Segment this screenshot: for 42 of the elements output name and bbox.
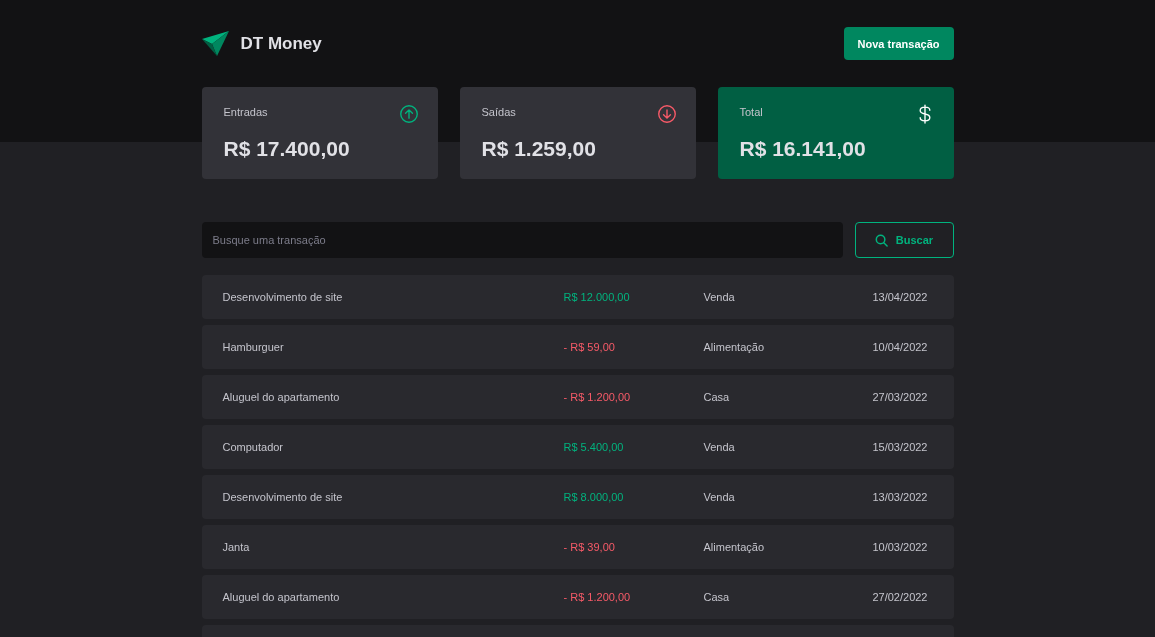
description-text: Aluguel do apartamento	[222, 591, 341, 603]
description-text: Aluguel do apartamento	[222, 391, 341, 403]
date-text: 27/03/2022	[872, 391, 928, 403]
search-button[interactable]: Buscar	[854, 222, 954, 258]
card-label: Entradas	[223, 106, 268, 118]
description-text: Desenvolvimento de site	[222, 491, 344, 503]
amount-text: R$ 5.400,00	[563, 441, 625, 453]
card-value: R$ 17.400,00	[223, 137, 350, 161]
category-text: Venda	[703, 441, 736, 453]
date-text: 13/03/2022	[872, 491, 928, 503]
date-text: 10/04/2022	[872, 341, 928, 353]
category-text: Alimentação	[703, 541, 766, 553]
new-transaction-button[interactable]: Nova transação	[843, 27, 954, 60]
date-text: 15/03/2022	[872, 441, 928, 453]
logo-icon	[201, 31, 229, 56]
amount-text: - R$ 1.200,00	[563, 591, 632, 603]
card-label: Total	[739, 106, 763, 118]
card-value: R$ 1.259,00	[481, 137, 596, 161]
category-text: Venda	[703, 491, 736, 503]
date-text: 13/04/2022	[872, 291, 928, 303]
search-field[interactable]: Busque uma transação	[201, 222, 843, 258]
amount-text: - R$ 1.200,00	[563, 391, 632, 403]
amount-text: R$ 12.000,00	[563, 291, 631, 303]
app-title: DT Money	[240, 33, 322, 54]
arrow-up-circle-icon	[397, 103, 420, 125]
amount-text: R$ 8.000,00	[563, 491, 625, 503]
card-label: Saídas	[481, 106, 516, 118]
description-text: Computador	[222, 441, 285, 453]
arrow-down-circle-icon	[655, 103, 678, 125]
description-text: Janta	[222, 541, 251, 553]
amount-text: - R$ 39,00	[563, 541, 616, 553]
date-text: 10/03/2022	[872, 541, 928, 553]
description-text: Desenvolvimento de site	[222, 291, 344, 303]
category-text: Casa	[703, 591, 731, 603]
search-icon	[874, 233, 888, 247]
description-text: Hamburguer	[222, 341, 285, 353]
amount-text: - R$ 59,00	[563, 341, 616, 353]
category-text: Alimentação	[703, 341, 766, 353]
card-value: R$ 16.141,00	[739, 137, 866, 161]
category-text: Venda	[703, 291, 736, 303]
category-text: Casa	[703, 391, 731, 403]
date-text: 27/02/2022	[872, 591, 928, 603]
